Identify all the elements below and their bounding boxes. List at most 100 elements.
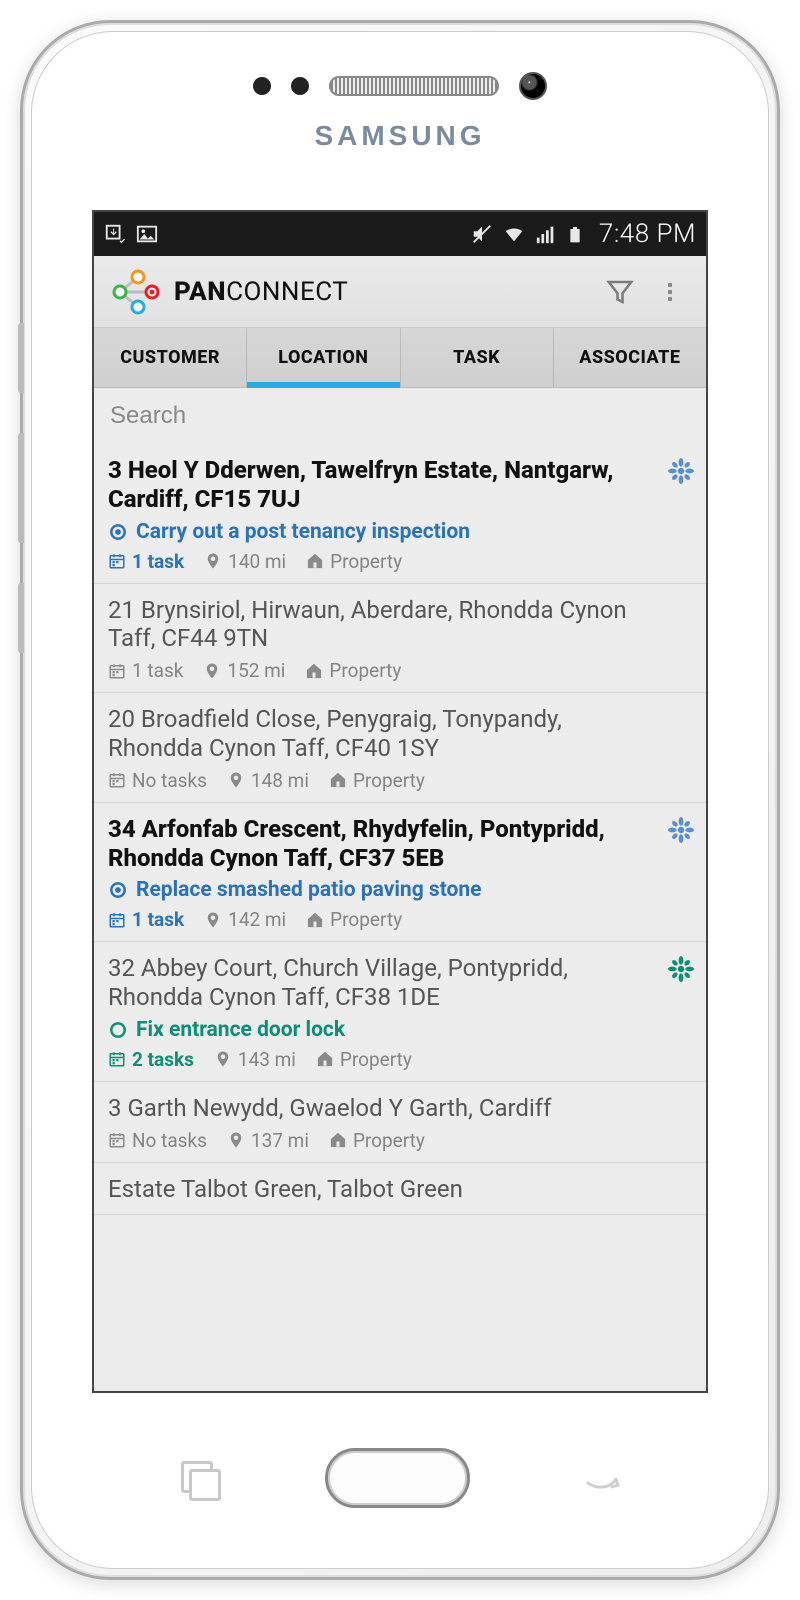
task-status-icon xyxy=(108,880,128,900)
home-icon xyxy=(306,911,324,929)
address-text: 21 Brynsiriol, Hirwaun, Aberdare, Rhondd… xyxy=(108,596,692,654)
task-count: No tasks xyxy=(108,769,207,792)
phone-nav-bar xyxy=(32,1433,768,1523)
task-count: 1 task xyxy=(108,659,183,682)
wifi-icon xyxy=(503,223,525,245)
item-meta: 2 tasks 143 mi Property xyxy=(108,1048,692,1071)
phone-frame: SAMSUNG xyxy=(20,20,780,1580)
device-screen: 7:48 PM PANCONNEC xyxy=(92,210,708,1393)
task-status-icon xyxy=(108,1020,128,1040)
distance: 143 mi xyxy=(214,1048,296,1071)
address-text: 3 Heol Y Dderwen, Tawelfryn Estate, Nant… xyxy=(108,456,692,514)
task-count: 1 task xyxy=(108,908,184,931)
filter-button[interactable] xyxy=(598,270,642,314)
task-count: 1 task xyxy=(108,550,184,573)
distance: 137 mi xyxy=(227,1129,309,1152)
address-text: 20 Broadfield Close, Penygraig, Tonypand… xyxy=(108,705,692,763)
pin-icon xyxy=(227,1131,245,1149)
task-name: Fix entrance door lock xyxy=(136,1018,345,1042)
starred-icon xyxy=(668,458,694,488)
item-meta: 1 task 140 mi Property xyxy=(108,550,692,573)
task-name: Carry out a post tenancy inspection xyxy=(136,520,470,544)
task-count: 2 tasks xyxy=(108,1048,194,1071)
status-clock: 7:48 PM xyxy=(599,219,696,249)
tab-associate[interactable]: ASSOCIATE xyxy=(554,328,706,387)
primary-task: Fix entrance door lock xyxy=(108,1018,692,1042)
download-complete-icon xyxy=(104,223,126,245)
earpiece-speaker-icon xyxy=(329,76,499,96)
tab-location[interactable]: LOCATION xyxy=(247,328,400,387)
search-bar xyxy=(94,388,706,444)
app-title: PANCONNECT xyxy=(174,277,348,307)
item-meta: No tasks148 miProperty xyxy=(108,769,692,792)
calendar-icon xyxy=(108,662,126,680)
pin-icon xyxy=(227,771,245,789)
location-item[interactable]: 20 Broadfield Close, Penygraig, Tonypand… xyxy=(94,693,706,803)
funnel-icon xyxy=(605,277,635,307)
phone-side-button xyxy=(18,323,24,393)
calendar-icon xyxy=(108,1050,126,1068)
distance: 142 mi xyxy=(204,908,286,931)
starred-icon xyxy=(668,956,694,986)
address-text: 32 Abbey Court, Church Village, Pontypri… xyxy=(108,954,692,1012)
home-icon xyxy=(329,771,347,789)
signal-icon xyxy=(535,223,557,245)
type: Property xyxy=(306,908,402,931)
starred-icon xyxy=(668,817,694,847)
distance: 140 mi xyxy=(204,550,286,573)
type: Property xyxy=(306,550,402,573)
item-meta: No tasks137 miProperty xyxy=(108,1129,692,1152)
pin-icon xyxy=(204,911,222,929)
app-logo-icon xyxy=(108,269,168,315)
type: Property xyxy=(305,659,401,682)
task-name: Replace smashed patio paving stone xyxy=(136,878,482,902)
home-icon xyxy=(306,552,324,570)
phone-top-hardware: SAMSUNG xyxy=(32,72,768,162)
calendar-icon xyxy=(108,911,126,929)
home-icon xyxy=(316,1050,334,1068)
tab-task[interactable]: TASK xyxy=(401,328,554,387)
location-item[interactable]: 3 Garth Newydd, Gwaelod Y Garth, Cardiff… xyxy=(94,1082,706,1163)
location-item[interactable]: Estate Talbot Green, Talbot Green xyxy=(94,1163,706,1215)
location-item[interactable]: 32 Abbey Court, Church Village, Pontypri… xyxy=(94,942,706,1082)
device-brand: SAMSUNG xyxy=(314,120,485,152)
back-button[interactable] xyxy=(580,1463,620,1493)
address-text: 34 Arfonfab Crescent, Rhydyfelin, Pontyp… xyxy=(108,815,692,873)
overflow-menu-button[interactable] xyxy=(648,270,692,314)
location-item[interactable]: 34 Arfonfab Crescent, Rhydyfelin, Pontyp… xyxy=(94,803,706,943)
pin-icon xyxy=(204,552,222,570)
primary-task: Carry out a post tenancy inspection xyxy=(108,520,692,544)
pin-icon xyxy=(203,662,221,680)
task-status-icon xyxy=(108,522,128,542)
location-list[interactable]: 3 Heol Y Dderwen, Tawelfryn Estate, Nant… xyxy=(94,444,706,1391)
calendar-icon xyxy=(108,552,126,570)
pin-icon xyxy=(214,1050,232,1068)
phone-volume-rocker xyxy=(18,433,24,543)
home-icon xyxy=(329,1131,347,1149)
app-header: PANCONNECT xyxy=(94,256,706,328)
mute-icon xyxy=(471,223,493,245)
item-meta: 1 task 142 mi Property xyxy=(108,908,692,931)
front-camera-icon xyxy=(519,72,547,100)
android-status-bar: 7:48 PM xyxy=(94,212,706,256)
search-input[interactable] xyxy=(110,402,690,430)
home-button[interactable] xyxy=(325,1448,470,1508)
recent-apps-button[interactable] xyxy=(181,1461,215,1495)
battery-icon xyxy=(567,223,589,245)
location-item[interactable]: 3 Heol Y Dderwen, Tawelfryn Estate, Nant… xyxy=(94,444,706,584)
type: Property xyxy=(329,1129,425,1152)
picture-icon xyxy=(136,223,158,245)
distance: 148 mi xyxy=(227,769,309,792)
home-icon xyxy=(305,662,323,680)
tab-customer[interactable]: CUSTOMER xyxy=(94,328,247,387)
address-text: Estate Talbot Green, Talbot Green xyxy=(108,1175,692,1204)
kebab-icon xyxy=(658,277,682,307)
location-item[interactable]: 21 Brynsiriol, Hirwaun, Aberdare, Rhondd… xyxy=(94,584,706,694)
item-meta: 1 task 152 mi Property xyxy=(108,659,692,682)
type: Property xyxy=(316,1048,412,1071)
distance: 152 mi xyxy=(203,659,285,682)
calendar-icon xyxy=(108,1131,126,1149)
phone-side-button-2 xyxy=(18,583,24,653)
calendar-icon xyxy=(108,771,126,789)
primary-task: Replace smashed patio paving stone xyxy=(108,878,692,902)
